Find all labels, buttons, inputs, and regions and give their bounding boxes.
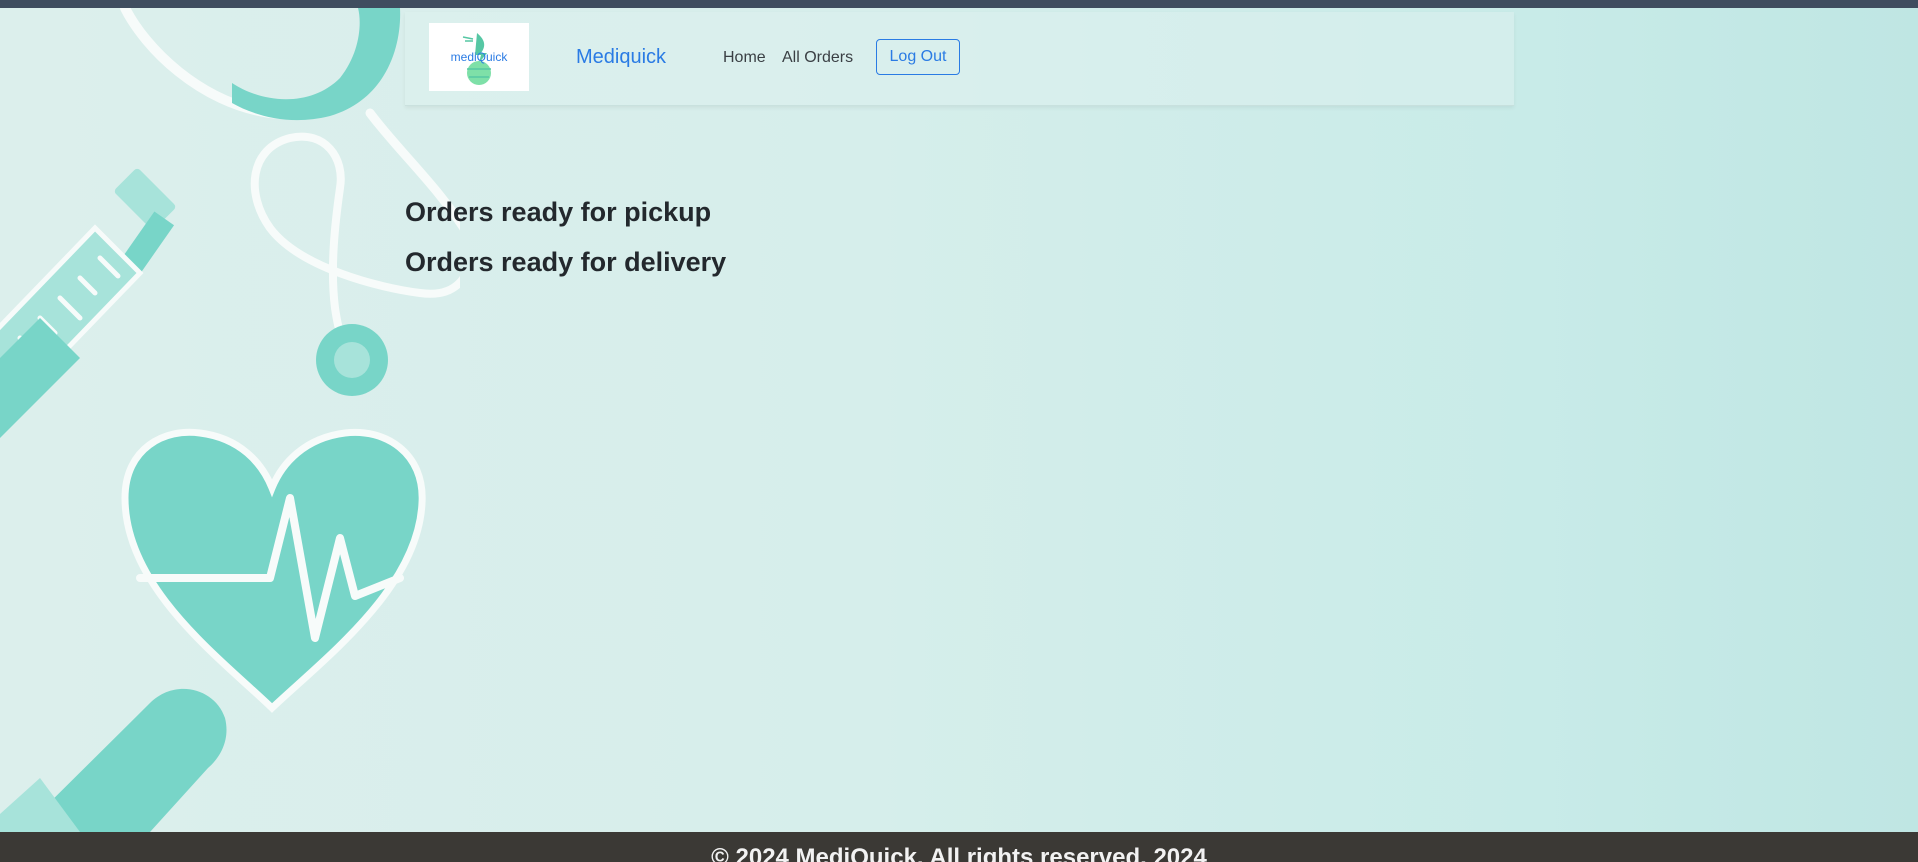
nav-link-home[interactable]: Home bbox=[723, 48, 766, 68]
page-footer: © 2024 MediQuick. All rights reserved. 2… bbox=[0, 832, 1918, 862]
pill-icon bbox=[0, 688, 227, 832]
brand-link[interactable]: Mediquick bbox=[576, 45, 666, 69]
browser-top-strip bbox=[0, 0, 1918, 8]
nav-link-all-orders[interactable]: All Orders bbox=[782, 48, 853, 68]
copyright-text: © 2024 MediQuick. All rights reserved. 2… bbox=[711, 844, 1207, 862]
syringe-icon bbox=[0, 168, 176, 438]
logout-button[interactable]: Log Out bbox=[876, 39, 960, 75]
heart-pulse-icon bbox=[121, 428, 426, 713]
mediquick-logo[interactable]: mediQuick bbox=[429, 23, 529, 91]
pickup-orders-heading: Orders ready for pickup bbox=[405, 197, 712, 227]
top-navbar: mediQuick Mediquick Home All Orders Log … bbox=[405, 12, 1514, 106]
background-medical-illustration bbox=[0, 8, 460, 832]
delivery-orders-heading: Orders ready for delivery bbox=[405, 247, 727, 277]
logo-graphic-icon: mediQuick bbox=[451, 33, 509, 85]
logo-text: mediQuick bbox=[451, 50, 509, 64]
